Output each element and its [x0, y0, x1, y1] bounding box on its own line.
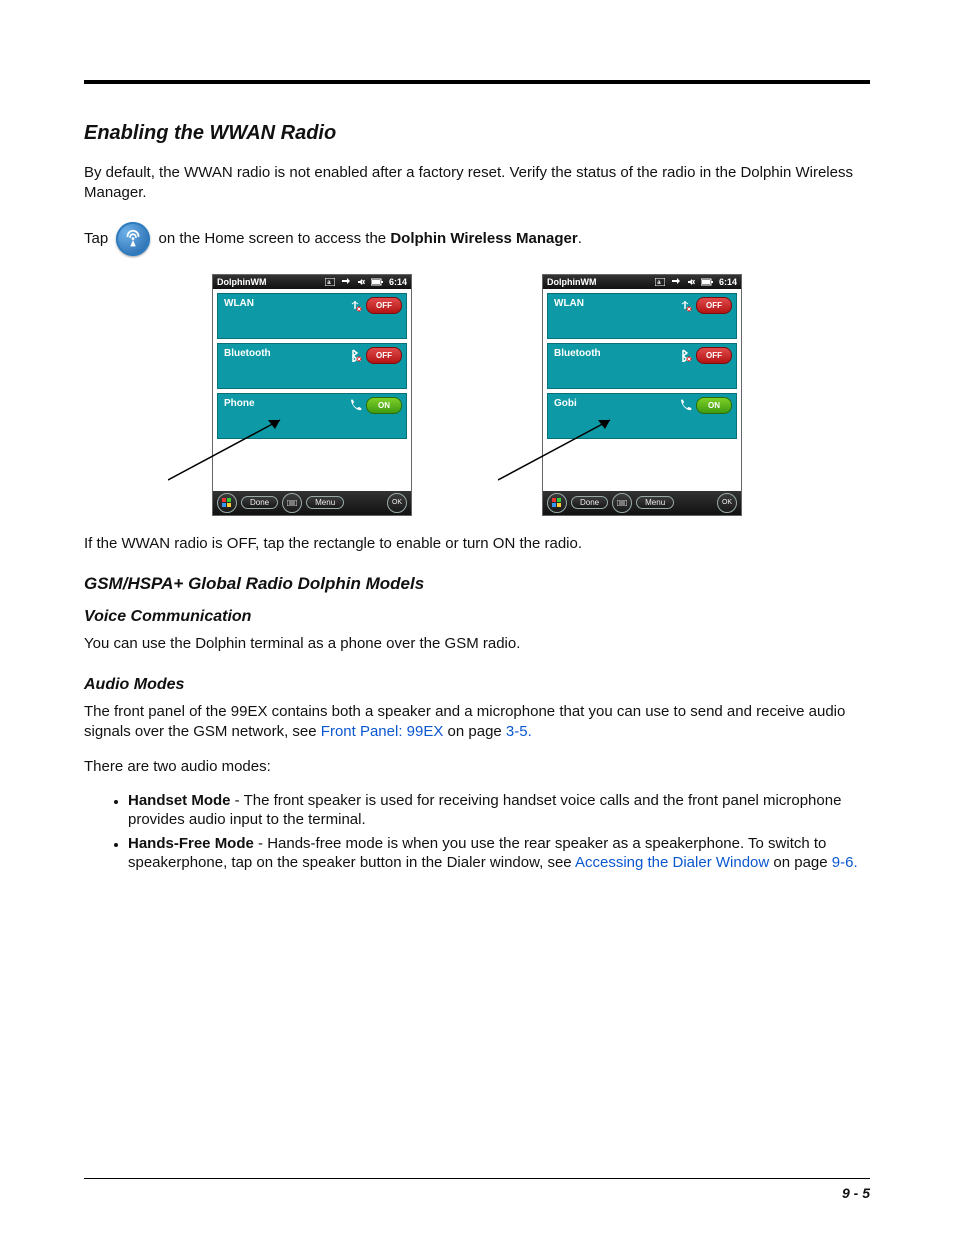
ok-button[interactable]: OK: [387, 493, 407, 513]
phone-icon: [348, 398, 362, 412]
status-battery-icon: [701, 278, 713, 286]
blank-area: [213, 443, 411, 491]
wifi-icon: [678, 298, 692, 312]
status-title: DolphinWM: [547, 277, 649, 287]
footer-rule: [84, 1178, 870, 1179]
link-page-9-6[interactable]: 9-6.: [832, 854, 858, 871]
status-time: 6:14: [389, 277, 407, 287]
bluetooth-icon: [348, 348, 362, 362]
toggle-phone[interactable]: ON: [366, 397, 402, 414]
windows-start-button[interactable]: [217, 493, 237, 513]
tile-phone-label: Phone: [224, 398, 255, 409]
heading-enabling-wwan: Enabling the WWAN Radio: [84, 122, 870, 145]
done-button[interactable]: Done: [241, 496, 278, 509]
bottom-bar: Done Menu OK: [213, 491, 411, 515]
screenshot-left: DolphinWM a 6:14: [212, 274, 412, 516]
audio-modes-list: Handset Mode - The front speaker is used…: [128, 791, 870, 873]
status-volume-icon: [357, 278, 365, 286]
toggle-bt[interactable]: OFF: [696, 347, 732, 364]
handsfree-label: Hands-Free Mode: [128, 835, 254, 852]
top-rule: [84, 80, 870, 84]
heading-audio-modes: Audio Modes: [84, 676, 870, 694]
menu-button[interactable]: Menu: [636, 496, 674, 509]
status-bar: DolphinWM a 6:14: [543, 275, 741, 289]
status-bar: DolphinWM a 6:14: [213, 275, 411, 289]
sip-keyboard-button[interactable]: [282, 493, 302, 513]
handset-body: - The front speaker is used for receivin…: [128, 792, 841, 829]
tap-suffix-b: .: [578, 229, 582, 246]
status-volume-icon: [687, 278, 695, 286]
screenshot-right-wrap: DolphinWM a 6:14: [542, 274, 742, 516]
bullet-handset: Handset Mode - The front speaker is used…: [128, 791, 870, 830]
paragraph-voice: You can use the Dolphin terminal as a ph…: [84, 634, 870, 654]
screenshots-row: DolphinWM a 6:14: [84, 274, 870, 516]
toggle-wlan[interactable]: OFF: [696, 297, 732, 314]
tap-suffix-a: on the Home screen to access the: [159, 229, 391, 246]
link-accessing-dialer[interactable]: Accessing the Dialer Window: [575, 854, 769, 871]
status-time: 6:14: [719, 277, 737, 287]
tile-bt-label: Bluetooth: [554, 348, 601, 359]
tap-instruction: Tap on the Home screen to access the Dol…: [84, 222, 870, 256]
bullet-handsfree: Hands-Free Mode - Hands-free mode is whe…: [128, 834, 870, 873]
wireless-manager-icon: [116, 222, 150, 256]
tile-gobi-label: Gobi: [554, 398, 577, 409]
menu-button[interactable]: Menu: [306, 496, 344, 509]
antenna-icon: [122, 228, 144, 250]
done-button[interactable]: Done: [571, 496, 608, 509]
paragraph-intro: By default, the WWAN radio is not enable…: [84, 163, 870, 204]
tile-bluetooth[interactable]: Bluetooth OFF: [217, 343, 407, 389]
radio-tiles-right: WLAN OFF Bluetooth OFF Gob: [543, 289, 741, 443]
tap-bold: Dolphin Wireless Manager: [390, 229, 577, 246]
handsfree-body-b: on page: [769, 854, 832, 871]
heading-voice-comm: Voice Communication: [84, 608, 870, 626]
toggle-gobi[interactable]: ON: [696, 397, 732, 414]
tile-wlan[interactable]: WLAN OFF: [547, 293, 737, 339]
status-keyboard-icon: a: [325, 278, 335, 286]
tile-bt-label: Bluetooth: [224, 348, 271, 359]
phone-icon: [678, 398, 692, 412]
screenshot-right: DolphinWM a 6:14: [542, 274, 742, 516]
bottom-bar: Done Menu OK: [543, 491, 741, 515]
wifi-icon: [348, 298, 362, 312]
tile-wlan-label: WLAN: [554, 298, 584, 309]
windows-start-button[interactable]: [547, 493, 567, 513]
page-number: 9 - 5: [842, 1185, 870, 1201]
tile-wlan-label: WLAN: [224, 298, 254, 309]
link-front-panel[interactable]: Front Panel: 99EX: [321, 723, 444, 740]
screenshot-left-wrap: DolphinWM a 6:14: [212, 274, 412, 516]
toggle-bt[interactable]: OFF: [366, 347, 402, 364]
paragraph-audio-two: There are two audio modes:: [84, 757, 870, 777]
svg-text:a: a: [657, 280, 661, 286]
radio-tiles-left: WLAN OFF Bluetooth OFF Pho: [213, 289, 411, 443]
bluetooth-icon: [678, 348, 692, 362]
tile-wlan[interactable]: WLAN OFF: [217, 293, 407, 339]
status-title: DolphinWM: [217, 277, 319, 287]
paragraph-after-shots: If the WWAN radio is OFF, tap the rectan…: [84, 534, 870, 554]
audio-intro-b: on page: [443, 723, 506, 740]
paragraph-audio-intro: The front panel of the 99EX contains bot…: [84, 702, 870, 743]
status-sync-icon: [341, 278, 351, 286]
blank-area: [543, 443, 741, 491]
link-page-3-5[interactable]: 3-5.: [506, 723, 532, 740]
toggle-wlan[interactable]: OFF: [366, 297, 402, 314]
tile-phone[interactable]: Phone ON: [217, 393, 407, 439]
svg-text:a: a: [327, 280, 331, 286]
status-sync-icon: [671, 278, 681, 286]
sip-keyboard-button[interactable]: [612, 493, 632, 513]
ok-button[interactable]: OK: [717, 493, 737, 513]
tap-prefix: Tap: [84, 229, 108, 246]
status-battery-icon: [371, 278, 383, 286]
heading-gsm-hspa: GSM/HSPA+ Global Radio Dolphin Models: [84, 574, 870, 594]
tile-gobi[interactable]: Gobi ON: [547, 393, 737, 439]
status-keyboard-icon: a: [655, 278, 665, 286]
tile-bluetooth[interactable]: Bluetooth OFF: [547, 343, 737, 389]
handset-label: Handset Mode: [128, 792, 231, 809]
